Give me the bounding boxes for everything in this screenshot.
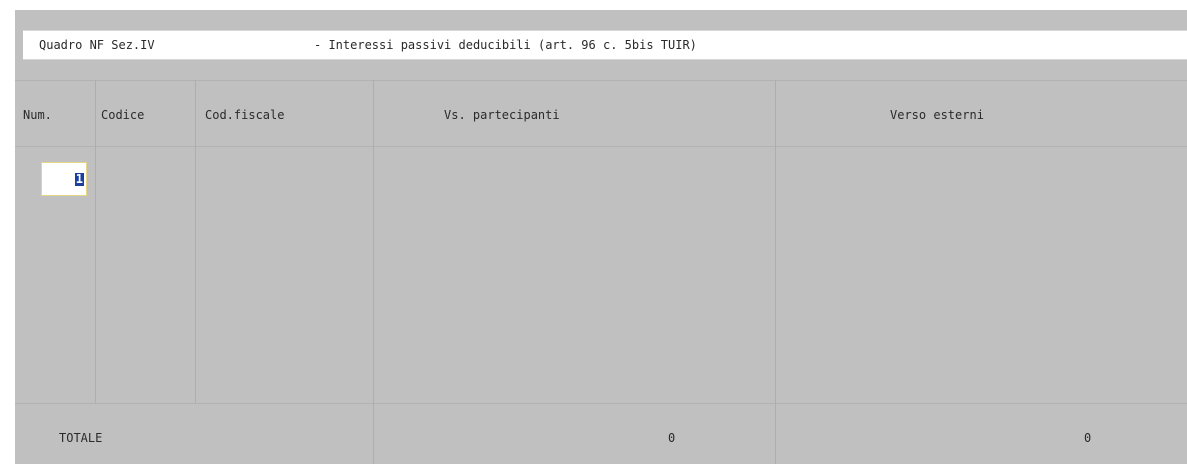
section-title-bar: Quadro NF Sez.IV - Interessi passivi ded… xyxy=(23,30,1187,60)
column-header-verso-esterni: Verso esterni xyxy=(890,108,984,122)
total-label: TOTALE xyxy=(59,431,103,445)
column-header-cod-fiscale: Cod.fiscale xyxy=(205,108,285,122)
total-verso-esterni: 0 xyxy=(1084,431,1092,445)
column-header-num: Num. xyxy=(23,108,52,122)
column-header-vs-partecipanti: Vs. partecipanti xyxy=(444,108,560,122)
table-top-divider xyxy=(15,80,1187,81)
column-header-codice: Codice xyxy=(101,108,145,122)
quadro-nf-panel: Quadro NF Sez.IV - Interessi passivi ded… xyxy=(15,10,1187,464)
header-divider xyxy=(15,146,1187,147)
column-divider-cod-fiscale xyxy=(373,80,374,464)
column-divider-num xyxy=(95,80,96,403)
totals-divider xyxy=(15,403,1187,404)
section-title: - Interessi passivi deducibili (art. 96 … xyxy=(314,38,697,52)
row-number-value: 1 xyxy=(74,172,84,186)
row-number-input[interactable]: 1 xyxy=(41,162,87,196)
column-divider-codice xyxy=(195,80,196,403)
section-label: Quadro NF Sez.IV xyxy=(39,38,155,52)
column-divider-vs-partecipanti xyxy=(775,80,776,464)
total-vs-partecipanti: 0 xyxy=(668,431,676,445)
